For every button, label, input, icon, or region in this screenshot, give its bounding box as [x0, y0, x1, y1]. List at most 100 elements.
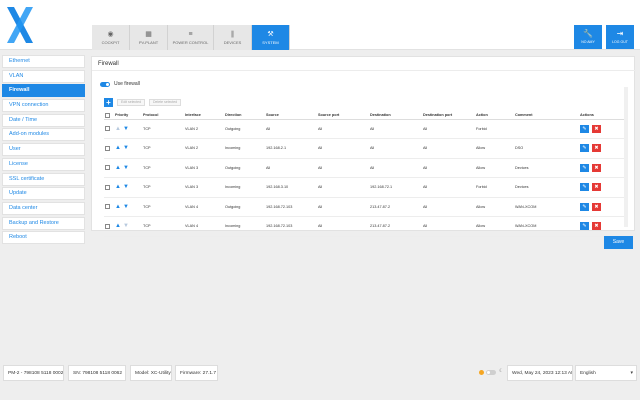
cell-source-port: All — [317, 138, 369, 159]
move-down-icon[interactable]: ▼ — [123, 145, 129, 151]
delete-selected-button[interactable]: Delete selected — [149, 99, 182, 106]
cell-destination: 192.168.72.1 — [369, 177, 422, 198]
move-down-icon[interactable]: ▼ — [123, 223, 129, 229]
sidebar-item-ssl-certificate[interactable]: SSL certificate — [2, 172, 85, 186]
edit-rule-button[interactable]: ✎ — [580, 144, 589, 153]
column-header: Direction — [224, 112, 265, 120]
cell-destination: All — [369, 138, 422, 159]
trash-icon: ✖ — [594, 184, 599, 191]
footer: PM-2 - 798108 5118 0002 SN: 798108 5118 … — [0, 365, 640, 381]
sun-icon — [479, 370, 484, 375]
column-header: Protocol — [142, 112, 184, 120]
sidebar-item-vlan[interactable]: VLAN — [2, 69, 85, 83]
pencil-icon: ✎ — [582, 145, 587, 152]
cell-protocol: TCP — [142, 158, 184, 178]
delete-rule-button[interactable]: ✖ — [592, 124, 601, 133]
cell-direction: Outgoing — [224, 119, 265, 139]
move-up-icon[interactable]: ▲ — [115, 223, 121, 229]
sidebar-item-user[interactable]: User — [2, 143, 85, 157]
sidebar-item-date-time[interactable]: Date / Time — [2, 113, 85, 127]
language-select[interactable]: English ▾ — [575, 365, 637, 381]
trash-icon: ✖ — [594, 145, 599, 152]
cell-action: Forbid — [475, 177, 514, 198]
save-button[interactable]: Save — [604, 236, 633, 249]
edit-rule-button[interactable]: ✎ — [580, 124, 589, 133]
cell-protocol: TCP — [142, 177, 184, 198]
column-header: Comment — [514, 112, 579, 120]
pencil-icon: ✎ — [582, 223, 587, 230]
sidebar-item-vpn-connection[interactable]: VPN connection — [2, 99, 85, 113]
cell-interface: VLAN 4 — [184, 216, 224, 237]
edit-rule-button[interactable]: ✎ — [580, 202, 589, 211]
trash-icon: ✖ — [594, 203, 599, 210]
delete-rule-button[interactable]: ✖ — [592, 222, 601, 231]
edit-rule-button[interactable]: ✎ — [580, 222, 589, 231]
sidebar-item-update[interactable]: Update — [2, 187, 85, 201]
use-firewall-toggle[interactable] — [100, 82, 110, 87]
column-header: Action — [475, 112, 514, 120]
move-down-icon[interactable]: ▼ — [123, 204, 129, 210]
sidebar: Ethernet VLAN Firewall VPN connection Date /… — [2, 55, 85, 246]
sidebar-item-backup-and-restore[interactable]: Backup and Restore — [2, 216, 85, 230]
sidebar-item-add-on-modules[interactable]: Add-on modules — [2, 128, 85, 142]
cell-action: Allow — [475, 216, 514, 237]
delete-rule-button[interactable]: ✖ — [592, 163, 601, 172]
table-row: ▲ ▼ TCP VLAN 3 Incoming 192.168.3.10 All 192.16… — [104, 177, 625, 198]
edit-rule-button[interactable]: ✎ — [580, 163, 589, 172]
move-down-icon[interactable]: ▼ — [123, 184, 129, 190]
nav-tab-cockpit[interactable]: ◉ COCKPIT — [92, 25, 130, 50]
sidebar-item-ethernet[interactable]: Ethernet — [2, 55, 85, 68]
cell-interface: VLAN 3 — [184, 177, 224, 198]
nav-tab-power-control[interactable]: ≡ POWER CONTROL — [168, 25, 214, 50]
move-up-icon[interactable]: ▲ — [115, 184, 121, 190]
row-checkbox[interactable] — [105, 126, 110, 132]
move-down-icon[interactable]: ▼ — [123, 126, 129, 132]
row-checkbox[interactable] — [105, 145, 110, 151]
row-checkbox[interactable] — [105, 204, 110, 210]
edit-selected-button[interactable]: Edit selected — [117, 99, 146, 106]
column-header: Priority — [114, 112, 142, 120]
edit-rule-button[interactable]: ✎ — [580, 183, 589, 192]
nav-tab-system[interactable]: ⚒ SYSTEM — [252, 25, 290, 50]
row-checkbox[interactable] — [105, 165, 110, 171]
select-all-checkbox[interactable] — [105, 112, 110, 118]
theme-toggle[interactable] — [486, 370, 496, 375]
move-up-icon[interactable]: ▲ — [115, 165, 121, 171]
delete-rule-button[interactable]: ✖ — [592, 202, 601, 211]
cell-protocol: TCP — [142, 138, 184, 159]
table-row: ▲ ▼ TCP VLAN 2 Incoming 192.168.2.1 All All All A… — [104, 138, 625, 159]
pm-info: PM-2 - 798108 5118 0002 — [3, 365, 64, 381]
cell-comment: WAN-XCOM — [514, 197, 579, 217]
delete-rule-button[interactable]: ✖ — [592, 144, 601, 153]
move-up-icon[interactable]: ▲ — [115, 145, 121, 151]
nav-tab-label: COCKPIT — [101, 39, 120, 45]
nav-tab-pv-plant[interactable]: ▦ PV-PLANT — [130, 25, 168, 50]
move-down-icon[interactable]: ▼ — [123, 165, 129, 171]
cell-source-port: All — [317, 216, 369, 237]
use-firewall-label: Use firewall — [114, 81, 140, 87]
sidebar-item-license[interactable]: License — [2, 157, 85, 171]
sidebar-item-firewall[interactable]: Firewall — [2, 84, 85, 98]
sidebar-item-reboot[interactable]: Reboot — [2, 231, 85, 245]
user-button[interactable]: 🔧 NO AMY — [574, 25, 602, 49]
cell-direction: Incoming — [224, 177, 265, 198]
cell-protocol: TCP — [142, 119, 184, 139]
move-up-icon[interactable]: ▲ — [115, 204, 121, 210]
nav-tab-label: POWER CONTROL — [172, 39, 209, 45]
row-checkbox[interactable] — [105, 223, 110, 229]
wrench-icon: ⚒ — [267, 30, 274, 38]
cell-interface: VLAN 2 — [184, 138, 224, 159]
logout-button[interactable]: ⇥ LOG OUT — [606, 25, 634, 49]
sidebar-item-data-center[interactable]: Data center — [2, 201, 85, 215]
table-scrollbar[interactable] — [624, 87, 628, 227]
move-up-icon[interactable]: ▲ — [115, 126, 121, 132]
cell-destination: All — [369, 119, 422, 139]
cell-action: Allow — [475, 197, 514, 217]
trash-icon: ✖ — [594, 125, 599, 132]
nav-tab-devices[interactable]: ∥ DEVICES — [214, 25, 252, 50]
add-rule-button[interactable]: + — [104, 98, 113, 107]
row-checkbox[interactable] — [105, 184, 110, 190]
solar-panel-icon: ▦ — [145, 30, 152, 38]
cell-comment — [514, 119, 579, 139]
delete-rule-button[interactable]: ✖ — [592, 183, 601, 192]
